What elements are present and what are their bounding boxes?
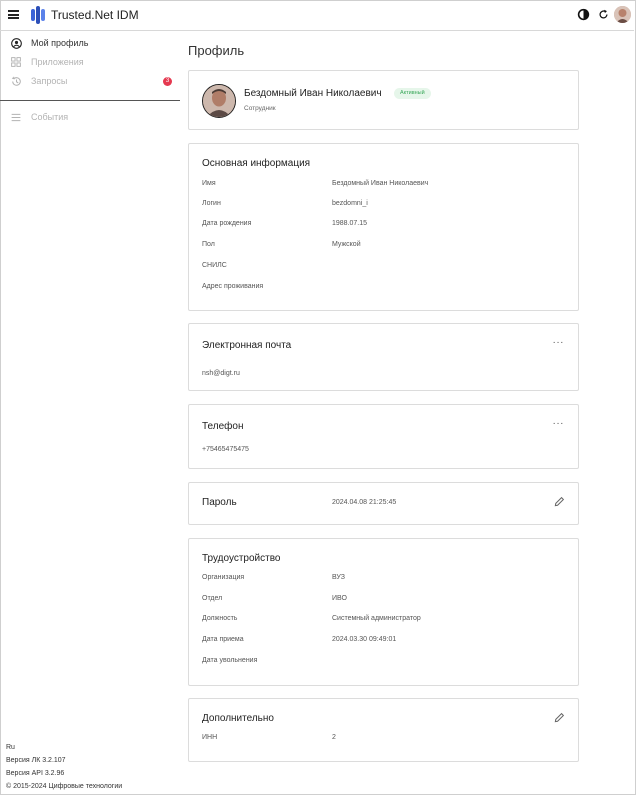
field-label: Дата приема — [202, 636, 244, 643]
sidebar-item-label: Приложения — [31, 57, 84, 67]
status-badge: Активный — [394, 88, 431, 99]
field-value: 2024.03.30 09:49:01 — [332, 636, 397, 643]
field-label: Организация — [202, 574, 245, 581]
password-changed-date: 2024.04.08 21:25:45 — [332, 499, 397, 506]
theme-toggle-icon[interactable] — [577, 8, 590, 21]
additional-card: Дополнительно ИНН 2 — [188, 698, 579, 762]
field-value: ИВО — [332, 595, 347, 602]
refresh-icon[interactable] — [598, 9, 609, 20]
page-title: Профиль — [188, 43, 245, 58]
more-options-icon[interactable]: ··· — [553, 338, 565, 348]
edit-icon[interactable] — [554, 712, 565, 723]
field-label: Дата увольнения — [202, 657, 258, 664]
logo-icon — [31, 6, 45, 24]
field-label: Отдел — [202, 595, 223, 602]
app-title: Trusted.Net IDM — [51, 8, 139, 22]
sidebar-item-label: События — [31, 112, 69, 122]
user-circle-icon — [10, 37, 22, 49]
menu-icon[interactable] — [8, 10, 19, 20]
sidebar-item-events[interactable]: События — [10, 109, 68, 125]
field-label: Дата рождения — [202, 220, 252, 227]
apps-grid-icon — [10, 56, 22, 68]
top-bar: Trusted.Net IDM — [0, 0, 634, 31]
avatar — [202, 84, 236, 118]
copyright: © 2015-2024 Цифровые технологии — [6, 783, 123, 790]
field-value: ВУЗ — [332, 574, 345, 581]
field-label: ИНН — [202, 734, 218, 741]
card-title: Телефон — [202, 421, 244, 432]
sidebar-item-requests[interactable]: Запросы — [10, 73, 67, 89]
more-options-icon[interactable]: ··· — [553, 419, 565, 429]
card-title: Основная информация — [202, 158, 311, 169]
field-value: 1988.07.15 — [332, 220, 368, 227]
field-value: 2 — [332, 734, 336, 741]
language-switch[interactable]: Ru — [6, 744, 15, 751]
sidebar: Мой профиль Приложения Запросы События R… — [0, 31, 180, 793]
profile-card: Бездомный Иван Николаевич Активный Сотру… — [188, 70, 579, 130]
employment-card: Трудоустройство Организация ВУЗ Отдел ИВ… — [188, 538, 579, 686]
user-name: Бездомный Иван Николаевич — [244, 88, 382, 99]
sidebar-divider — [0, 100, 180, 101]
edit-icon[interactable] — [554, 496, 565, 507]
history-icon — [10, 75, 22, 87]
field-value: bezdomni_i — [332, 200, 368, 207]
requests-badge: 3 — [163, 77, 172, 86]
sidebar-item-label: Запросы — [31, 76, 68, 86]
user-avatar-small[interactable] — [614, 6, 631, 23]
sidebar-item-profile[interactable]: Мой профиль — [10, 35, 88, 51]
phone-card: Телефон ··· +75465475475 — [188, 404, 579, 469]
field-value: Мужской — [332, 241, 361, 248]
version-lk: Версия ЛК 3.2.107 — [6, 757, 66, 764]
sidebar-item-apps[interactable]: Приложения — [10, 54, 84, 70]
card-title: Электронная почта — [202, 340, 292, 351]
phone-value: +75465475475 — [202, 446, 249, 453]
field-label: СНИЛС — [202, 262, 227, 269]
field-label: Имя — [202, 180, 216, 187]
password-card: Пароль 2024.04.08 21:25:45 — [188, 482, 579, 525]
field-label: Адрес проживания — [202, 283, 264, 290]
field-value: Системный администратор — [332, 615, 421, 622]
card-title: Трудоустройство — [202, 553, 281, 564]
field-label: Должность — [202, 615, 238, 622]
list-icon — [10, 111, 22, 123]
card-title: Дополнительно — [202, 713, 274, 724]
email-card: Электронная почта ··· nsh@digt.ru — [188, 323, 579, 391]
basic-info-card: Основная информация Имя Бездомный Иван Н… — [188, 143, 579, 311]
email-value: nsh@digt.ru — [202, 370, 240, 377]
field-label: Логин — [202, 200, 221, 207]
field-label: Пол — [202, 241, 215, 248]
version-api: Версия API 3.2.96 — [6, 770, 65, 777]
field-value: Бездомный Иван Николаевич — [332, 180, 429, 187]
card-title: Пароль — [202, 497, 237, 508]
user-role: Сотрудник — [244, 105, 276, 112]
sidebar-item-label: Мой профиль — [31, 38, 89, 48]
